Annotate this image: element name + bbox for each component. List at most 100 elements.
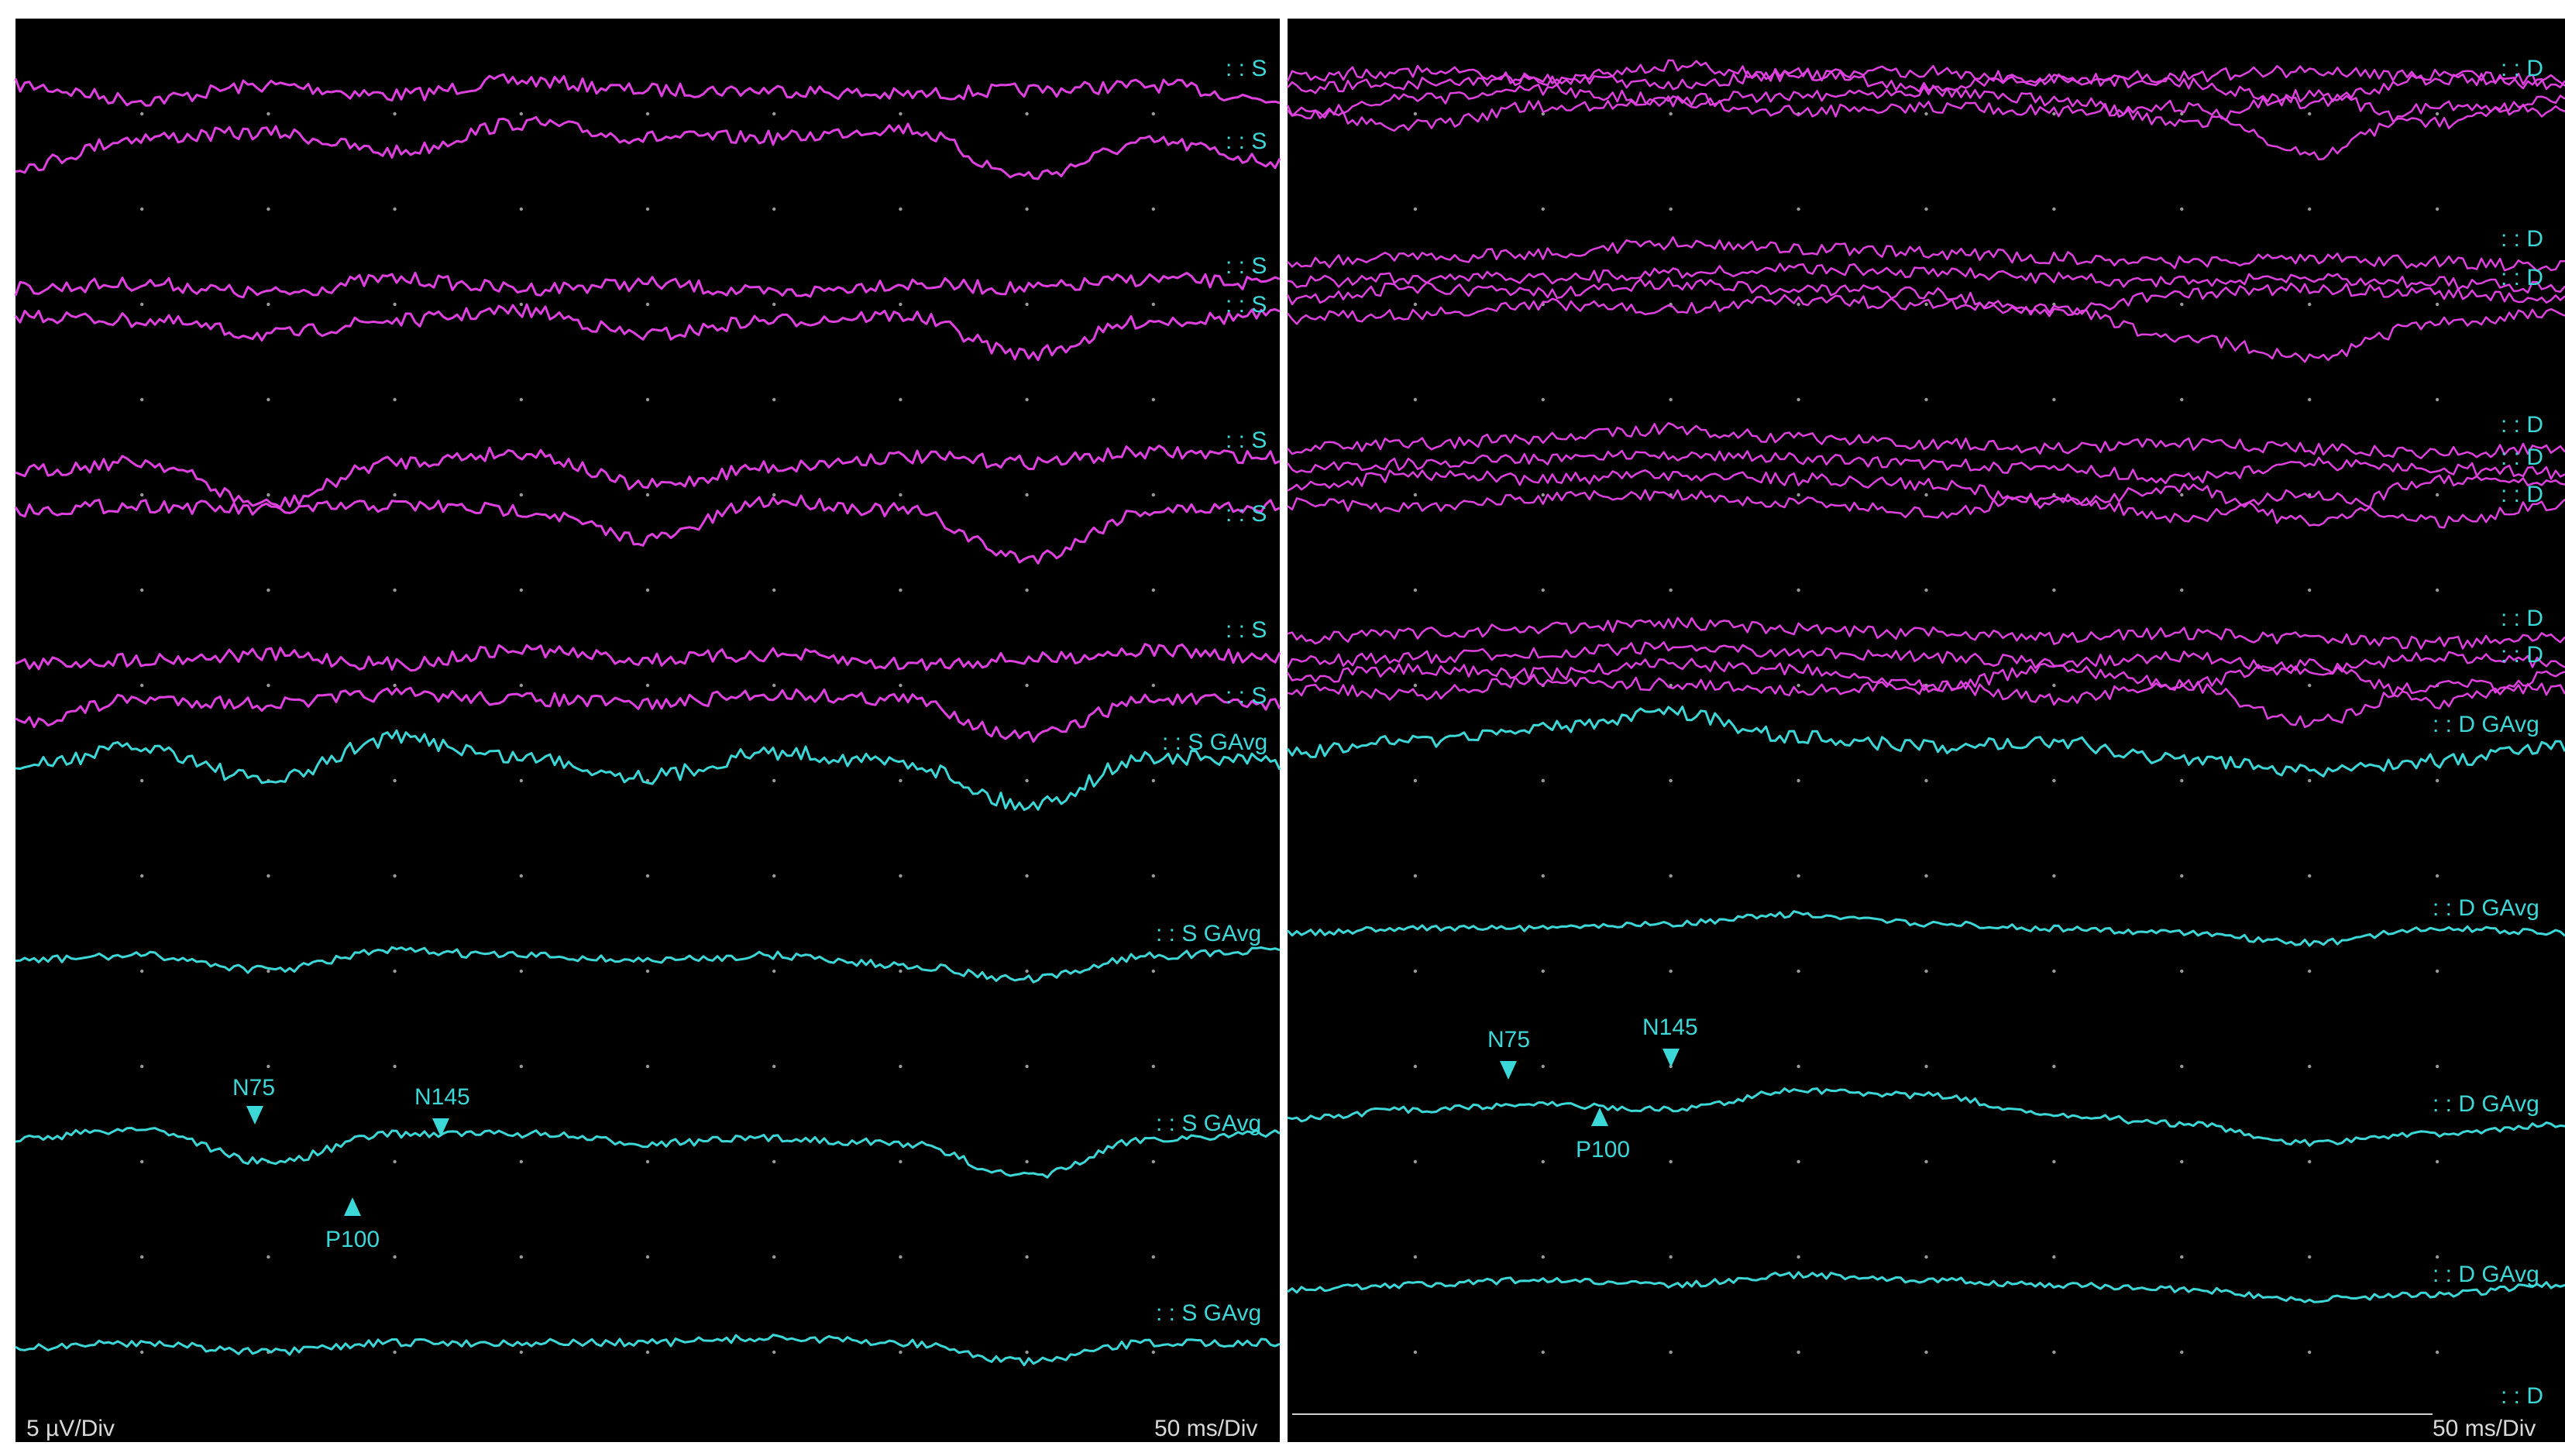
left-grid-dot [266, 207, 270, 211]
left-avg-label-3: : : S GAvg [1156, 1111, 1261, 1136]
right-grid-dot [2435, 969, 2440, 974]
right-grid-dot [1924, 1159, 1928, 1164]
left-grid-dot [899, 969, 903, 974]
right-grid-dot [1924, 969, 1928, 974]
right-grid-dot [1413, 112, 1418, 116]
right-extra-label: : : D [2501, 1383, 2543, 1409]
right-grid-dot [1924, 302, 1928, 307]
right-grid-dot [2435, 493, 2440, 497]
left-grid-dot [1025, 207, 1029, 211]
left-grid-dot [1025, 1255, 1029, 1259]
left-grid-dot [266, 683, 270, 688]
left-grid-dot [393, 588, 397, 592]
right-grid-dot [2308, 302, 2312, 307]
right-grid-dot [2180, 874, 2184, 878]
left-grid-dot [519, 1255, 523, 1259]
left-grid-dot [899, 588, 903, 592]
right-grid-dot [2308, 778, 2312, 783]
right-grid-dot [1669, 969, 1673, 974]
right-grid-dot [2180, 207, 2184, 211]
left-grid-dot [1025, 397, 1029, 402]
left-grid-dot [140, 397, 144, 402]
right-grid-dot [1924, 493, 1928, 497]
right-grid-dot [1413, 397, 1418, 402]
left-avg-label-4: : : S GAvg [1156, 1300, 1261, 1326]
right-grid-dot [2052, 1064, 2056, 1069]
left-grid-dot [645, 207, 650, 211]
left-grid-dot [772, 112, 776, 116]
right-grid-dot [2435, 1159, 2440, 1164]
right-grid-dot [2435, 1255, 2440, 1259]
right-grid-dot [2180, 397, 2184, 402]
right-grid-dot [1669, 588, 1673, 592]
right-grid-dot [1797, 969, 1800, 974]
right-grid-dot [2052, 778, 2056, 783]
right-grid-dot [2308, 874, 2312, 878]
left-n75-label: N75 [232, 1075, 275, 1101]
left-grid-dot [140, 1064, 144, 1069]
left-grid-dot [1025, 1159, 1029, 1164]
left-grid-dot [519, 207, 523, 211]
left-grid-dot [393, 1064, 397, 1069]
right-grid-dot [1413, 207, 1418, 211]
right-raw-label-1: : : D [2501, 56, 2543, 81]
right-grid-dot [2180, 1159, 2184, 1164]
left-grid-dot [1151, 397, 1156, 402]
right-grid-dot [2180, 302, 2184, 307]
right-grid-dot [1924, 1255, 1928, 1259]
left-grid-dot [140, 207, 144, 211]
right-grid-dot [1413, 778, 1418, 783]
left-grid-dot [519, 1350, 523, 1355]
left-grid-dot [393, 969, 397, 974]
left-grid-dot [645, 302, 650, 307]
left-grid-dot [645, 969, 650, 974]
right-grid-dot [2308, 1350, 2312, 1355]
right-grid-dot [2180, 969, 2184, 974]
right-grid-dot [1413, 588, 1418, 592]
right-grid-dot [1797, 588, 1800, 592]
left-grid-dot [772, 969, 776, 974]
left-grid-dot [140, 874, 144, 878]
right-grid-dot [1797, 493, 1800, 497]
right-grid-dot [1669, 112, 1673, 116]
right-avg-label-4: : : D GAvg [2433, 1262, 2539, 1287]
left-grid-dot [519, 874, 523, 878]
right-grid-dot [2308, 969, 2312, 974]
right-grid-dot [1669, 778, 1673, 783]
right-grid-dot [2052, 683, 2056, 688]
right-grid-dot [1669, 397, 1673, 402]
right-grid-dot [1924, 1064, 1928, 1069]
left-raw-label-1: : : S [1226, 56, 1267, 81]
right-grid-dot [2308, 1255, 2312, 1259]
left-avg-label-2: : : S GAvg [1156, 921, 1261, 946]
left-grid-dot [393, 683, 397, 688]
right-grid-dot [1924, 207, 1928, 211]
right-grid-dot [2308, 397, 2312, 402]
left-grid-dot [772, 207, 776, 211]
left-grid-dot [266, 1064, 270, 1069]
right-grid-dot [1797, 1255, 1800, 1259]
right-grid-dot [2308, 207, 2312, 211]
left-grid-dot [140, 112, 144, 116]
left-grid-dot [1025, 588, 1029, 592]
left-grid-dot [1151, 874, 1156, 878]
left-grid-dot [1025, 1350, 1029, 1355]
right-grid-dot [2435, 207, 2440, 211]
left-grid-dot [393, 778, 397, 783]
right-n145-label: N145 [1642, 1015, 1698, 1040]
right-grid-dot [2180, 1350, 2184, 1355]
right-grid-dot [1541, 588, 1546, 592]
right-grid-dot [2308, 112, 2312, 116]
left-grid-dot [266, 112, 270, 116]
left-grid-dot [1151, 207, 1156, 211]
right-grid-dot [2052, 112, 2056, 116]
left-grid-dot [772, 874, 776, 878]
right-x-scale: 50 ms/Div [2433, 1416, 2536, 1441]
left-grid-dot [393, 874, 397, 878]
right-grid-dot [1413, 493, 1418, 497]
left-grid-dot [1025, 874, 1029, 878]
left-raw-label-3: : : S [1226, 253, 1267, 279]
right-grid-dot [1797, 207, 1800, 211]
right-grid-dot [2435, 397, 2440, 402]
left-grid-dot [519, 1159, 523, 1164]
